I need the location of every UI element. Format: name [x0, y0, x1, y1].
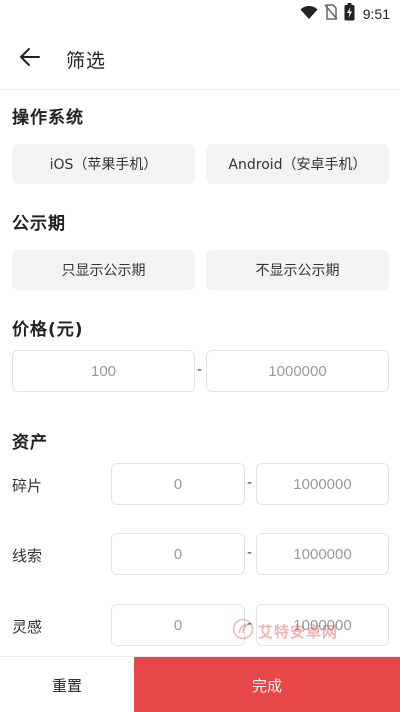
price-max-input[interactable]: [206, 350, 389, 392]
no-sim-icon: [324, 4, 338, 24]
os-option-android[interactable]: Android（安卓手机）: [206, 144, 389, 184]
clues-max-input[interactable]: [256, 533, 389, 575]
clues-min-input[interactable]: [111, 533, 245, 575]
publicity-option-hide[interactable]: 不显示公示期: [206, 250, 389, 290]
os-section-title: 操作系统: [12, 108, 84, 128]
fragments-min-input[interactable]: [111, 463, 245, 505]
publicity-option-show[interactable]: 只显示公示期: [12, 250, 195, 290]
price-section-title: 价格(元): [12, 320, 84, 340]
inspiration-min-input[interactable]: [111, 604, 245, 646]
status-bar: 9:51: [0, 0, 400, 28]
publicity-section-title: 公示期: [12, 214, 66, 234]
done-button[interactable]: 完成: [134, 657, 400, 712]
fragments-max-input[interactable]: [256, 463, 389, 505]
assets-section-title: 资产: [12, 433, 48, 453]
bottom-action-bar: 重置 完成: [0, 656, 400, 712]
app-bar: 筛选: [0, 28, 400, 90]
arrow-left-icon: [19, 47, 41, 71]
inspiration-separator: -: [247, 615, 252, 632]
status-time: 9:51: [362, 6, 390, 22]
asset-label-fragments: 碎片: [12, 477, 43, 495]
battery-charging-icon: [344, 3, 355, 25]
price-separator: -: [197, 361, 202, 378]
clues-separator: -: [247, 544, 252, 561]
status-icons: 9:51: [300, 3, 390, 25]
reset-button[interactable]: 重置: [0, 657, 134, 712]
fragments-separator: -: [247, 474, 252, 491]
price-min-input[interactable]: [12, 350, 195, 392]
back-button[interactable]: [12, 42, 48, 76]
os-option-ios[interactable]: iOS（苹果手机）: [12, 144, 195, 184]
page-title: 筛选: [66, 50, 107, 72]
inspiration-max-input[interactable]: [256, 604, 389, 646]
asset-label-clues: 线索: [12, 547, 43, 565]
asset-label-inspiration: 灵感: [12, 618, 43, 636]
wifi-icon: [300, 5, 318, 24]
